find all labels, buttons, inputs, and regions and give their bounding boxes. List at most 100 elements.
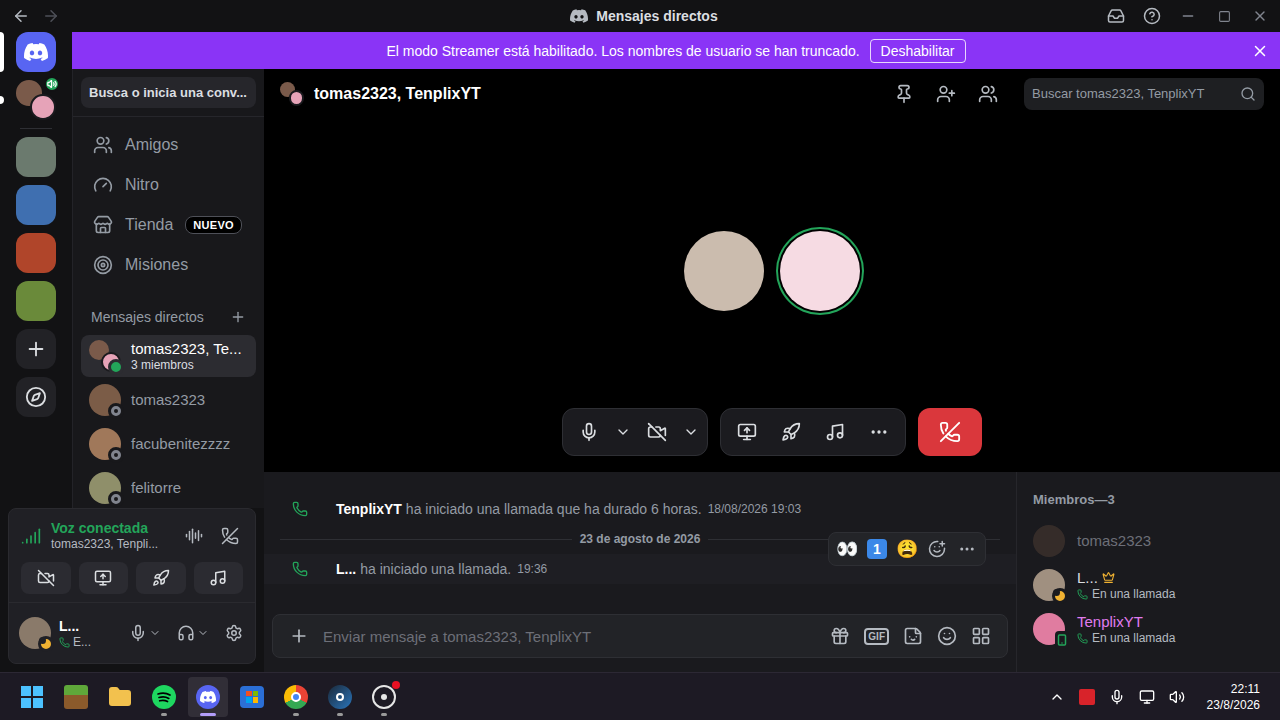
member-row[interactable]: tomas2323 — [1025, 519, 1272, 563]
inbox-button[interactable] — [1100, 2, 1132, 30]
server-icon[interactable] — [16, 185, 56, 225]
camera-icon — [37, 569, 55, 587]
emoji-button[interactable] — [937, 626, 957, 646]
message-time: 19:36 — [517, 562, 547, 576]
new-badge: NUEVO — [185, 216, 242, 234]
call-participant[interactable] — [684, 231, 764, 311]
call-message[interactable]: L...ha iniciado una llamada.19:36👀1😩 — [264, 554, 1016, 584]
screen-share-button[interactable] — [79, 562, 129, 594]
screen-share-button[interactable] — [727, 412, 767, 452]
nav-item[interactable]: TiendaNUEVO — [81, 205, 256, 245]
disconnect-button[interactable] — [217, 523, 243, 549]
activities-button[interactable] — [136, 562, 186, 594]
members-button[interactable] — [972, 84, 1004, 104]
status-dot — [108, 403, 124, 419]
hang-up-button[interactable] — [918, 408, 982, 456]
plus-icon[interactable] — [289, 626, 309, 646]
nav-item[interactable]: Amigos — [81, 125, 256, 165]
call-area — [264, 118, 1280, 472]
taskbar-app[interactable] — [188, 677, 228, 717]
volume-icon[interactable] — [1169, 689, 1185, 705]
soundboard-button[interactable] — [194, 562, 244, 594]
message-author[interactable]: L... — [336, 561, 356, 577]
group-dm-button[interactable] — [16, 80, 56, 120]
add-friends-button[interactable] — [930, 84, 962, 104]
camera-button[interactable] — [637, 412, 677, 452]
help-button[interactable] — [1136, 2, 1168, 30]
message-author[interactable]: TenplixYT — [336, 501, 402, 517]
call-participant[interactable] — [780, 231, 860, 311]
discord-logo-icon — [200, 689, 216, 705]
network-icon[interactable] — [1139, 689, 1155, 705]
speaker-icon — [47, 79, 57, 89]
disable-button[interactable]: Deshabilitar — [870, 39, 966, 63]
maximize-button[interactable] — [1208, 2, 1240, 30]
selection-pill — [0, 96, 4, 104]
taskbar-app[interactable] — [144, 677, 184, 717]
taskbar-app[interactable] — [56, 677, 96, 717]
headphones-button[interactable] — [173, 620, 213, 646]
pins-button[interactable] — [888, 84, 920, 104]
dm-item[interactable]: tomas2323 — [81, 379, 256, 421]
more-button[interactable] — [953, 535, 981, 563]
taskbar-app[interactable] — [364, 677, 404, 717]
taskbar-app[interactable] — [100, 677, 140, 717]
message-input[interactable]: Enviar mensaje a tomas2323, TenplixYTGIF — [272, 614, 1008, 658]
home-button[interactable] — [16, 32, 56, 72]
noise-button[interactable] — [181, 523, 207, 549]
nav-item[interactable]: Misiones — [81, 245, 256, 285]
server-icon[interactable] — [16, 137, 56, 177]
settings-button[interactable] — [221, 620, 247, 646]
chevron-up-icon[interactable] — [1049, 689, 1065, 705]
taskbar-app[interactable] — [276, 677, 316, 717]
discover-button[interactable] — [16, 377, 56, 417]
more-button[interactable] — [859, 412, 899, 452]
taskbar-app[interactable] — [232, 677, 272, 717]
members-title: Miembros—3 — [1025, 492, 1272, 519]
reaction-button[interactable]: 👀 — [833, 535, 861, 563]
add-server-button[interactable] — [16, 329, 56, 369]
member-row[interactable]: TenplixYTEn una llamada — [1025, 607, 1272, 651]
back-arrow-icon[interactable] — [12, 7, 30, 25]
server-slot — [0, 80, 72, 120]
add-reaction-button[interactable] — [923, 535, 951, 563]
server-icon[interactable] — [16, 233, 56, 273]
reaction-button[interactable]: 😩 — [893, 535, 921, 563]
search-button[interactable]: Busca o inicia una conv... — [81, 77, 256, 108]
mic-button[interactable] — [125, 620, 165, 646]
gif-button[interactable]: GIF — [864, 628, 889, 645]
search-field[interactable]: Buscar tomas2323, TenplixYT — [1024, 78, 1264, 110]
banner-close-button[interactable] — [1240, 42, 1280, 60]
gift-button[interactable] — [830, 626, 850, 646]
reaction-button[interactable]: 1 — [863, 535, 891, 563]
activities-button[interactable] — [771, 412, 811, 452]
chevron-down-icon — [683, 424, 699, 440]
server-slot — [0, 233, 72, 273]
taskbar-app[interactable] — [320, 677, 360, 717]
nav-icon — [93, 255, 113, 275]
dm-item[interactable]: felitorre — [81, 467, 256, 508]
taskbar-app[interactable] — [12, 677, 52, 717]
forward-arrow-icon[interactable] — [42, 7, 60, 25]
microphone-icon[interactable] — [1109, 689, 1125, 705]
call-message[interactable]: TenplixYTha iniciado una llamada que ha … — [264, 494, 1016, 524]
server-icon[interactable] — [16, 281, 56, 321]
dm-item[interactable]: facubenitezzzz — [81, 423, 256, 465]
activities-icon — [152, 569, 170, 587]
nav-item[interactable]: Nitro — [81, 165, 256, 205]
amd-icon[interactable] — [1079, 689, 1095, 705]
sticker-button[interactable] — [903, 626, 923, 646]
plus-icon[interactable] — [230, 309, 246, 325]
close-button[interactable] — [1244, 2, 1276, 30]
camera-options-button[interactable] — [681, 412, 701, 452]
apps-button[interactable] — [971, 626, 991, 646]
member-row[interactable]: L...En una llamada — [1025, 563, 1272, 607]
mic-options-button[interactable] — [613, 412, 633, 452]
dm-item[interactable]: tomas2323, Te...3 miembros — [81, 335, 256, 377]
user-avatar[interactable] — [19, 617, 51, 649]
soundboard-button[interactable] — [815, 412, 855, 452]
clock[interactable]: 22:1123/8/2026 — [1199, 681, 1268, 713]
minimize-button[interactable] — [1172, 2, 1204, 30]
mute-button[interactable] — [569, 412, 609, 452]
camera-button[interactable] — [21, 562, 71, 594]
